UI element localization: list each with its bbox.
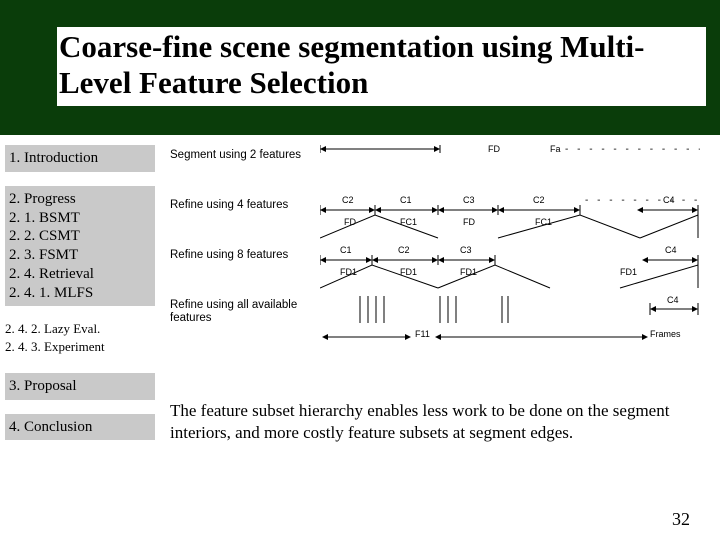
- ellipsis-row1: - - - - - - - - - - - - - -: [565, 144, 700, 155]
- diagram-row-3: Refine using 8 features C1 C2: [170, 243, 705, 291]
- c2-r2a: C2: [342, 195, 354, 205]
- row1-graphic: FD Fa - - - - - - - - - - - - - -: [320, 143, 705, 191]
- nav-experiment: 2. 4. 3. Experiment: [5, 338, 155, 355]
- nav-bsmt: 2. 1. BSMT: [9, 209, 151, 228]
- body: 1. Introduction 2. Progress 2. 1. BSMT 2…: [0, 135, 720, 500]
- fd-r2b: FD: [463, 217, 475, 227]
- nav-retrieval: 2. 4. Retrieval: [9, 265, 151, 284]
- slide-title: Coarse-fine scene segmentation using Mul…: [59, 29, 704, 100]
- c1-r2a: C1: [400, 195, 412, 205]
- nav-mlfs: 2. 4. 1. MLFS: [9, 284, 151, 303]
- c3-r3: C3: [460, 245, 472, 255]
- nav-proposal: 3. Proposal: [9, 377, 151, 396]
- hierarchy-diagram: Segment using 2 features FD Fa: [170, 143, 705, 368]
- c4-r4: C4: [667, 295, 679, 305]
- footer: 32: [0, 500, 720, 540]
- main-content: Segment using 2 features FD Fa: [160, 135, 720, 500]
- f11-r4: F11: [415, 329, 430, 339]
- sidebar-item-progress: 2. Progress 2. 1. BSMT 2. 2. CSMT 2. 3. …: [5, 186, 155, 307]
- diagram-row-4: Refine using all available features: [170, 293, 705, 341]
- row4-label: Refine using all available features: [170, 293, 320, 325]
- c2-r3: C2: [398, 245, 410, 255]
- row3-label: Refine using 8 features: [170, 243, 320, 262]
- nav-intro: 1. Introduction: [9, 149, 151, 168]
- c4-r3: C4: [665, 245, 677, 255]
- diagram-row-1: Segment using 2 features FD Fa: [170, 143, 705, 191]
- caption: The feature subset hierarchy enables les…: [170, 400, 710, 444]
- nav-progress: 2. Progress: [9, 190, 151, 209]
- nav-lazy: 2. 4. 2. Lazy Eval.: [5, 320, 155, 337]
- sidebar: 1. Introduction 2. Progress 2. 1. BSMT 2…: [0, 135, 160, 500]
- diagram-row-2: Refine using 4 features C: [170, 193, 705, 241]
- nav-conclusion: 4. Conclusion: [9, 418, 151, 437]
- row4-graphic: C4 F11 Frames: [320, 293, 705, 341]
- row2-label: Refine using 4 features: [170, 193, 320, 212]
- fd1-r3d: FD1: [620, 267, 637, 277]
- label-fd-row1: FD: [488, 144, 500, 154]
- row2-graphic: C2 C1 C3 C2 C4 FD FC1 FD FC1 - - - - - -…: [320, 193, 705, 241]
- frames-label: Frames: [650, 329, 681, 339]
- sidebar-item-proposal: 3. Proposal: [5, 373, 155, 400]
- c1-r3: C1: [340, 245, 352, 255]
- sidebar-item-conclusion: 4. Conclusion: [5, 414, 155, 441]
- row1-label: Segment using 2 features: [170, 143, 320, 162]
- c2-r2b: C2: [533, 195, 545, 205]
- label-fa-row1: Fa: [550, 144, 561, 154]
- ellipsis-row2: - - - - - - - - - - - - - -: [585, 195, 700, 206]
- c3-r2: C3: [463, 195, 475, 205]
- title-box: Coarse-fine scene segmentation using Mul…: [57, 27, 706, 106]
- header: Coarse-fine scene segmentation using Mul…: [0, 0, 720, 135]
- page-number: 32: [672, 509, 690, 530]
- nav-fsmt: 2. 3. FSMT: [9, 246, 151, 265]
- nav-csmt: 2. 2. CSMT: [9, 227, 151, 246]
- sidebar-item-intro: 1. Introduction: [5, 145, 155, 172]
- row3-graphic: C1 C2 C3 C4 FD1 FD1 FD1 FD1: [320, 243, 705, 291]
